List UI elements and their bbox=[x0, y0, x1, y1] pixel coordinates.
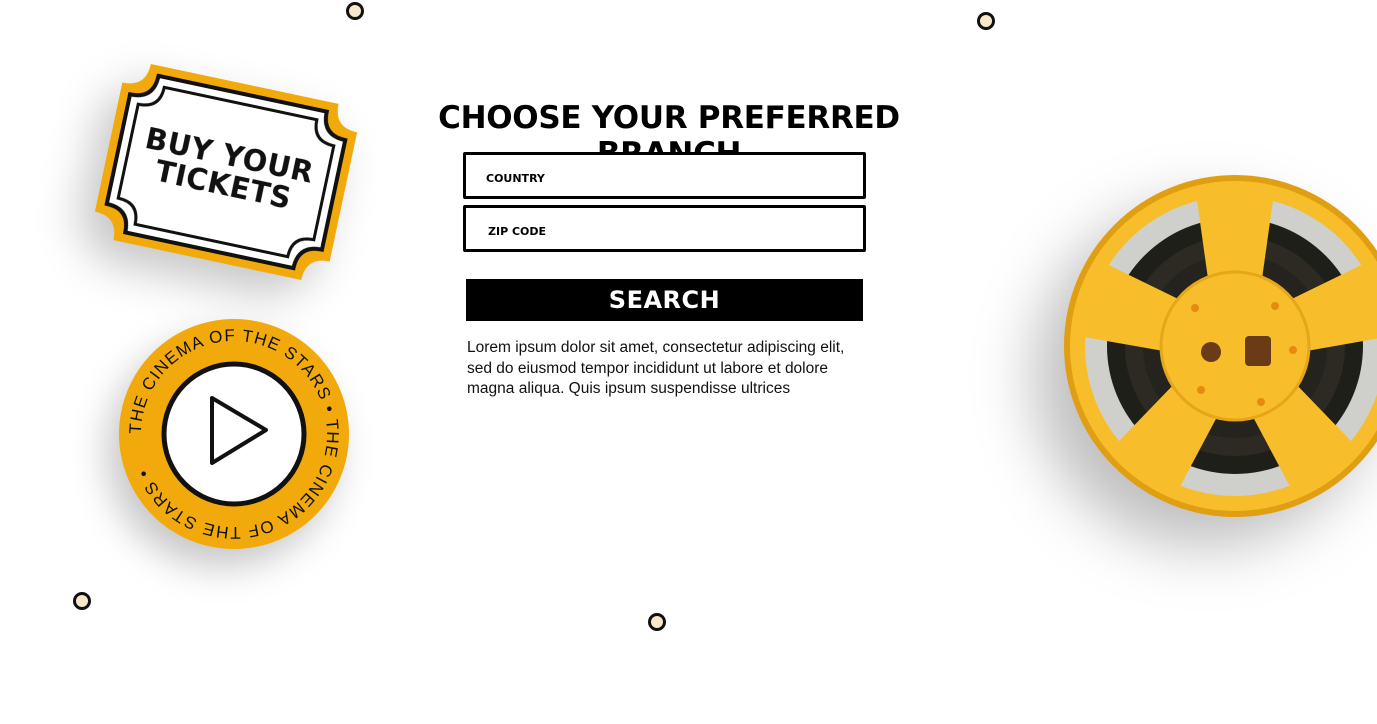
country-input[interactable] bbox=[466, 166, 863, 185]
decorative-dot bbox=[648, 613, 666, 631]
zip-code-input[interactable] bbox=[466, 219, 863, 238]
buy-tickets-sticker[interactable]: Buy your tickets bbox=[90, 59, 362, 285]
decorative-dot bbox=[977, 12, 995, 30]
decorative-dot bbox=[73, 592, 91, 610]
decorative-dot bbox=[346, 2, 364, 20]
film-reel-image bbox=[1040, 110, 1377, 630]
country-field[interactable] bbox=[463, 152, 866, 199]
search-button[interactable]: SEARCH bbox=[466, 279, 863, 321]
zip-code-field[interactable] bbox=[463, 205, 866, 252]
play-badge[interactable]: THE CINEMA OF THE STARS • THE CINEMA OF … bbox=[118, 318, 350, 550]
description-text: Lorem ipsum dolor sit amet, consectetur … bbox=[467, 339, 845, 397]
play-badge-graphic: THE CINEMA OF THE STARS • THE CINEMA OF … bbox=[119, 319, 349, 549]
